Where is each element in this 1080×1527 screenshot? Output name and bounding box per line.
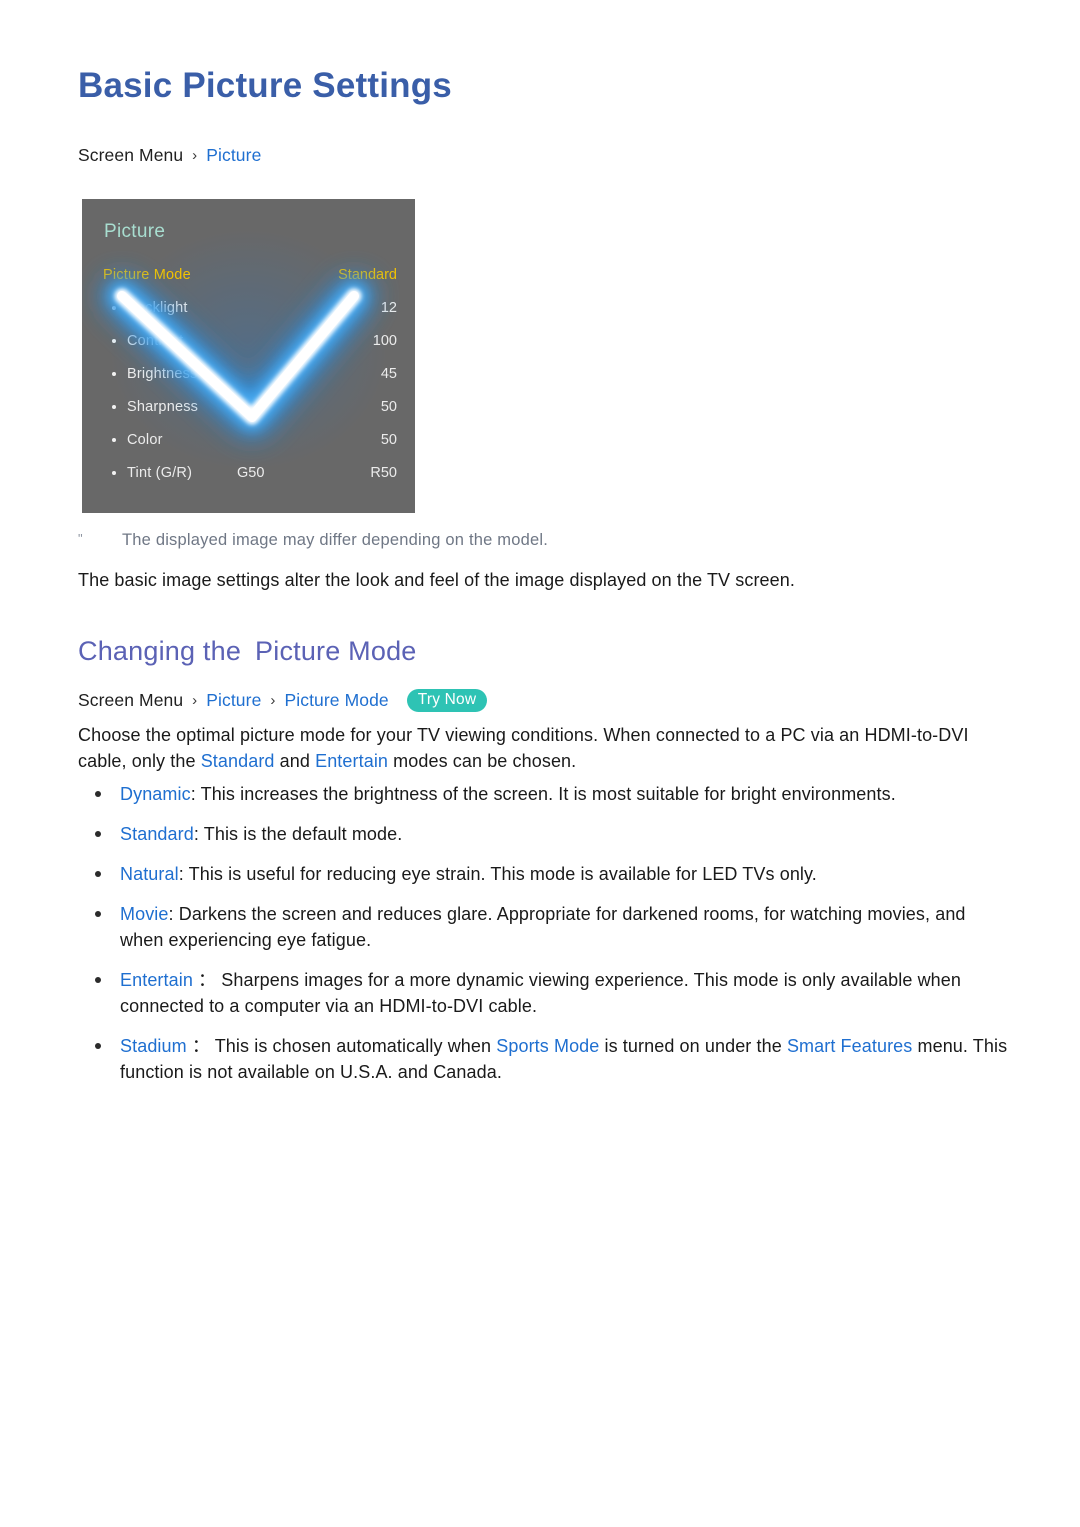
mode-description: Sharpens images for a more dynamic viewi… bbox=[120, 970, 961, 1016]
bullet-dot-icon bbox=[112, 471, 116, 475]
mode-description: This is useful for reducing eye strain. … bbox=[183, 864, 817, 884]
list-item: Dynamic: This increases the brightness o… bbox=[78, 781, 1013, 807]
tv-row[interactable]: Tint (G/R) G50 R50 bbox=[82, 465, 415, 498]
mode-description: Darkens the screen and reduces glare. Ap… bbox=[120, 904, 966, 950]
mode-description: This is the default mode. bbox=[198, 824, 403, 844]
tv-row-value: R50 bbox=[370, 465, 397, 481]
list-item: Standard: This is the default mode. bbox=[78, 821, 1013, 847]
picture-mode-list: Dynamic: This increases the brightness o… bbox=[78, 781, 1013, 1099]
mode-name[interactable]: Stadium bbox=[120, 1036, 187, 1056]
breadcrumb-link-picture[interactable]: Picture bbox=[206, 145, 261, 165]
try-now-badge[interactable]: Try Now bbox=[406, 689, 488, 712]
tv-row-label: Sharpness bbox=[127, 399, 199, 415]
breadcrumb-link-picture-mode[interactable]: Picture Mode bbox=[284, 690, 388, 710]
mode-colon: ： bbox=[192, 970, 217, 990]
bullet-dot-icon bbox=[95, 977, 101, 983]
quote-marker-icon: " bbox=[78, 531, 83, 546]
list-item: Natural: This is useful for reducing eye… bbox=[78, 861, 1013, 887]
tv-row-label: Picture Mode bbox=[103, 267, 191, 283]
breadcrumb-section: Screen Menu › Picture › Picture Mode Try… bbox=[78, 689, 488, 714]
bullet-dot-icon bbox=[112, 339, 116, 343]
tv-row[interactable]: Color 50 bbox=[82, 432, 415, 465]
mode-name[interactable]: Dynamic bbox=[120, 784, 191, 804]
bullet-dot-icon bbox=[95, 911, 101, 917]
breadcrumb-root: Screen Menu bbox=[78, 145, 184, 165]
section-heading-part1: Changing the bbox=[78, 636, 242, 666]
tv-row-value: Standard bbox=[338, 267, 397, 283]
tv-menu-heading: Picture bbox=[104, 221, 166, 242]
tv-row[interactable]: Brightness 45 bbox=[82, 366, 415, 399]
page-title: Basic Picture Settings bbox=[78, 66, 452, 105]
link-entertain[interactable]: Entertain bbox=[315, 751, 388, 771]
tv-row-label: Brightness bbox=[127, 366, 198, 382]
tv-row[interactable]: Backlight 12 bbox=[82, 300, 415, 333]
mode-name[interactable]: Natural bbox=[120, 864, 179, 884]
chevron-right-icon-2: › bbox=[270, 692, 276, 709]
link-smart-features[interactable]: Smart Features bbox=[787, 1036, 912, 1056]
bullet-dot-icon bbox=[112, 372, 116, 376]
link-sports-mode[interactable]: Sports Mode bbox=[496, 1036, 599, 1056]
mode-name[interactable]: Standard bbox=[120, 824, 194, 844]
screenshot-note: " The displayed image may differ dependin… bbox=[78, 531, 548, 550]
manual-page: Basic Picture Settings Screen Menu › Pic… bbox=[0, 0, 1080, 1527]
mode-colon: ： bbox=[186, 1036, 210, 1056]
tv-row-label: Color bbox=[127, 432, 163, 448]
section-heading-part2: Picture Mode bbox=[255, 636, 417, 666]
chevron-right-icon: › bbox=[192, 147, 198, 164]
tv-row-mid: G50 bbox=[237, 465, 265, 481]
choose-seg2: and bbox=[274, 751, 316, 771]
tv-row-value: 50 bbox=[380, 432, 397, 448]
bullet-dot-icon bbox=[95, 871, 101, 877]
tv-row-label: Tint (G/R) bbox=[127, 465, 193, 481]
tv-row-picture-mode[interactable]: Picture Mode Standard bbox=[82, 267, 415, 300]
tv-row-value: 45 bbox=[380, 366, 397, 382]
tv-row-label: Backlight bbox=[127, 300, 188, 316]
bullet-dot-icon bbox=[112, 438, 116, 442]
list-item: Movie: Darkens the screen and reduces gl… bbox=[78, 901, 1013, 953]
mode-name[interactable]: Movie bbox=[120, 904, 169, 924]
breadcrumb-link-picture[interactable]: Picture bbox=[206, 690, 261, 710]
tv-row-value: 50 bbox=[380, 399, 397, 415]
link-standard[interactable]: Standard bbox=[201, 751, 275, 771]
stadium-seg2: is turned on under the bbox=[599, 1036, 787, 1056]
tv-row-label: Contrast bbox=[127, 333, 184, 349]
bullet-dot-icon bbox=[95, 791, 101, 797]
choose-paragraph: Choose the optimal picture mode for your… bbox=[78, 722, 1008, 774]
list-item: Stadium ： This is chosen automatically w… bbox=[78, 1033, 1013, 1085]
bullet-dot-icon bbox=[95, 1043, 101, 1049]
tv-row-value: 100 bbox=[372, 333, 397, 349]
note-text: The displayed image may differ depending… bbox=[122, 531, 549, 549]
tv-row[interactable]: Contrast 100 bbox=[82, 333, 415, 366]
tv-menu-screenshot: Picture Picture Mode Standard Backlight … bbox=[82, 199, 415, 513]
section-heading: Changing the Picture Mode bbox=[78, 636, 417, 667]
bullet-dot-icon bbox=[112, 306, 116, 310]
breadcrumb-root: Screen Menu bbox=[78, 690, 184, 710]
choose-seg3: modes can be chosen. bbox=[388, 751, 577, 771]
mode-description: This increases the brightness of the scr… bbox=[195, 784, 896, 804]
list-item: Entertain ： Sharpens images for a more d… bbox=[78, 967, 1013, 1019]
bullet-dot-icon bbox=[95, 831, 101, 837]
intro-paragraph: The basic image settings alter the look … bbox=[78, 570, 795, 590]
chevron-right-icon: › bbox=[192, 692, 198, 709]
tv-row-value: 12 bbox=[380, 300, 397, 316]
breadcrumb-top: Screen Menu › Picture bbox=[78, 145, 261, 166]
stadium-seg1: This is chosen automatically when bbox=[209, 1036, 497, 1056]
bullet-dot-icon bbox=[112, 405, 116, 409]
tv-row[interactable]: Sharpness 50 bbox=[82, 399, 415, 432]
mode-name[interactable]: Entertain bbox=[120, 970, 193, 990]
